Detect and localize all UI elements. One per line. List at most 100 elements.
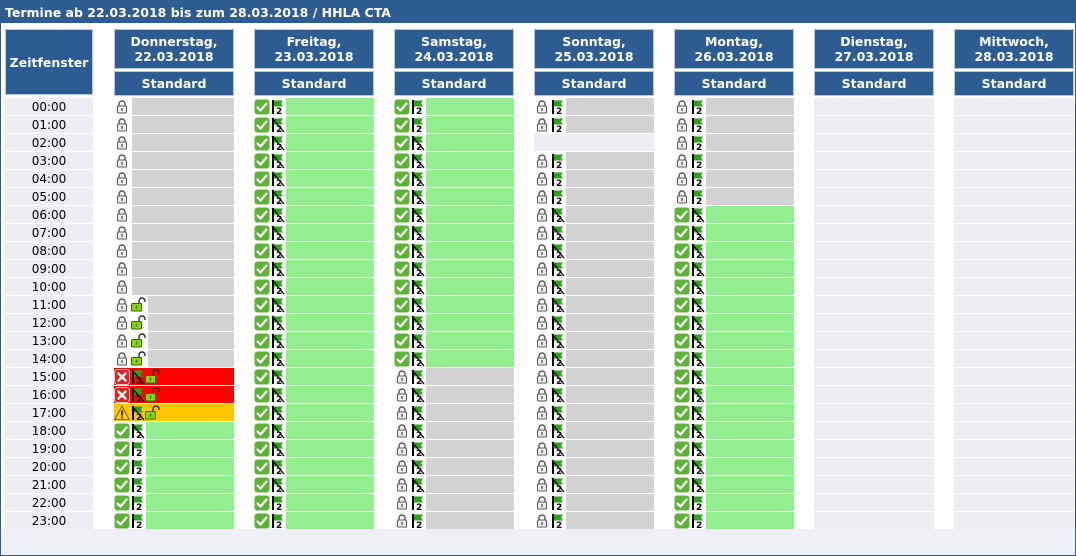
time-slot-locked[interactable]: 2 [534,314,654,331]
time-slot-ok[interactable]: 2 [674,404,794,421]
time-slot-locked[interactable]: 2 [674,116,794,133]
time-slot-ok[interactable]: 2 [394,170,514,187]
time-slot-ok[interactable]: 2 [394,260,514,277]
time-slot-ok[interactable]: 2 [674,296,794,313]
time-slot-locked[interactable]: 2 [534,350,654,367]
time-slot-ok[interactable]: 2 [254,386,374,403]
time-slot-ok[interactable]: 2 [674,422,794,439]
time-slot-locked[interactable]: 2 [674,152,794,169]
time-slot-ok[interactable]: 2 [674,368,794,385]
time-slot-ok[interactable]: 2 [114,476,234,493]
time-slot-ok[interactable]: 2 [674,242,794,259]
time-slot-ok[interactable]: 2 [674,440,794,457]
time-slot-ok[interactable]: 2 [394,206,514,223]
time-slot-ok[interactable]: 2 [674,206,794,223]
time-slot-locked[interactable]: 2 [534,242,654,259]
time-slot-ok[interactable]: 2 [394,350,514,367]
time-slot-locked[interactable] [114,350,234,367]
time-slot-locked[interactable] [114,224,234,241]
schedule-type-header[interactable]: Standard [814,71,934,96]
schedule-type-header[interactable]: Standard [394,71,514,96]
time-slot-locked[interactable]: 2 [674,170,794,187]
time-slot-ok[interactable]: 2 [254,476,374,493]
time-slot-ok[interactable]: 2 [254,152,374,169]
time-slot-ok[interactable]: 2 [254,494,374,511]
time-slot-ok[interactable]: 2 [254,134,374,151]
time-slot-locked[interactable]: 2 [534,98,654,115]
schedule-type-header[interactable]: Standard [114,71,234,96]
time-slot-locked[interactable] [114,152,234,169]
time-slot-red[interactable]: 2 [114,368,234,385]
time-slot-locked[interactable] [114,296,234,313]
time-slot-ok[interactable]: 2 [254,422,374,439]
time-slot-locked[interactable]: 2 [534,278,654,295]
time-slot-ok[interactable]: 2 [254,440,374,457]
time-slot-locked[interactable]: 2 [534,188,654,205]
time-slot-locked[interactable] [114,188,234,205]
time-slot-locked[interactable] [114,242,234,259]
schedule-type-header[interactable]: Standard [534,71,654,96]
time-slot-ok[interactable]: 2 [394,296,514,313]
time-slot-ok[interactable]: 2 [114,494,234,511]
time-slot-locked[interactable]: 2 [534,368,654,385]
time-slot-locked[interactable]: 2 [394,404,514,421]
time-slot-locked[interactable] [114,314,234,331]
time-slot-ok[interactable]: 2 [674,476,794,493]
time-slot-ok[interactable]: 2 [254,116,374,133]
time-slot-locked[interactable]: 2 [534,116,654,133]
time-slot-red[interactable]: 2 [114,386,234,403]
time-slot-ok[interactable]: 2 [254,188,374,205]
time-slot-locked[interactable] [114,134,234,151]
time-slot-locked[interactable]: 2 [394,386,514,403]
time-slot-locked[interactable]: 2 [534,494,654,511]
time-slot-locked[interactable]: 2 [394,476,514,493]
time-slot-ok[interactable]: 2 [114,458,234,475]
time-slot-ok[interactable]: 2 [394,152,514,169]
time-slot-ok[interactable]: 2 [394,224,514,241]
time-slot-ok[interactable]: 2 [394,278,514,295]
time-slot-ok[interactable]: 2 [254,98,374,115]
time-slot-ok[interactable]: 2 [674,260,794,277]
time-slot-locked[interactable]: 2 [394,512,514,529]
time-slot-locked[interactable]: 2 [394,368,514,385]
time-slot-ok[interactable]: 2 [394,188,514,205]
time-slot-locked[interactable] [114,170,234,187]
time-slot-locked[interactable] [114,206,234,223]
time-slot-ok[interactable]: 2 [254,512,374,529]
time-slot-locked[interactable]: 2 [674,134,794,151]
time-slot-locked[interactable]: 2 [534,440,654,457]
time-slot-ok[interactable]: 2 [254,458,374,475]
time-slot-ok[interactable]: 2 [114,422,234,439]
time-slot-ok[interactable]: 2 [394,98,514,115]
time-slot-ok[interactable]: 2 [674,278,794,295]
time-slot-ok[interactable]: 2 [254,260,374,277]
time-slot-ok[interactable]: 2 [674,386,794,403]
time-slot-ok[interactable]: 2 [254,314,374,331]
time-slot-locked[interactable]: 2 [534,404,654,421]
time-slot-locked[interactable] [114,116,234,133]
time-slot-locked[interactable]: 2 [534,260,654,277]
time-slot-ok[interactable]: 2 [254,368,374,385]
time-slot-ok[interactable]: 2 [254,332,374,349]
time-slot-ok[interactable]: 2 [674,458,794,475]
time-slot-ok[interactable]: 2 [674,314,794,331]
time-slot-ok[interactable]: 2 [114,512,234,529]
time-slot-locked[interactable]: 2 [394,494,514,511]
time-slot-ok[interactable]: 2 [254,278,374,295]
time-slot-locked[interactable]: 2 [534,422,654,439]
time-slot-locked[interactable]: 2 [534,386,654,403]
time-slot-locked[interactable]: 2 [394,440,514,457]
time-slot-locked[interactable]: 2 [674,98,794,115]
time-slot-locked[interactable] [114,332,234,349]
time-slot-locked[interactable]: 2 [534,206,654,223]
time-slot-ok[interactable]: 2 [254,224,374,241]
time-slot-ok[interactable]: 2 [254,242,374,259]
time-slot-locked[interactable] [114,278,234,295]
time-slot-locked[interactable] [114,260,234,277]
time-slot-locked[interactable]: 2 [534,512,654,529]
time-slot-locked[interactable]: 2 [394,422,514,439]
time-slot-yellow[interactable]: 2 [114,404,234,421]
time-slot-locked[interactable]: 2 [534,224,654,241]
time-slot-ok[interactable]: 2 [394,116,514,133]
time-slot-ok[interactable]: 2 [674,494,794,511]
